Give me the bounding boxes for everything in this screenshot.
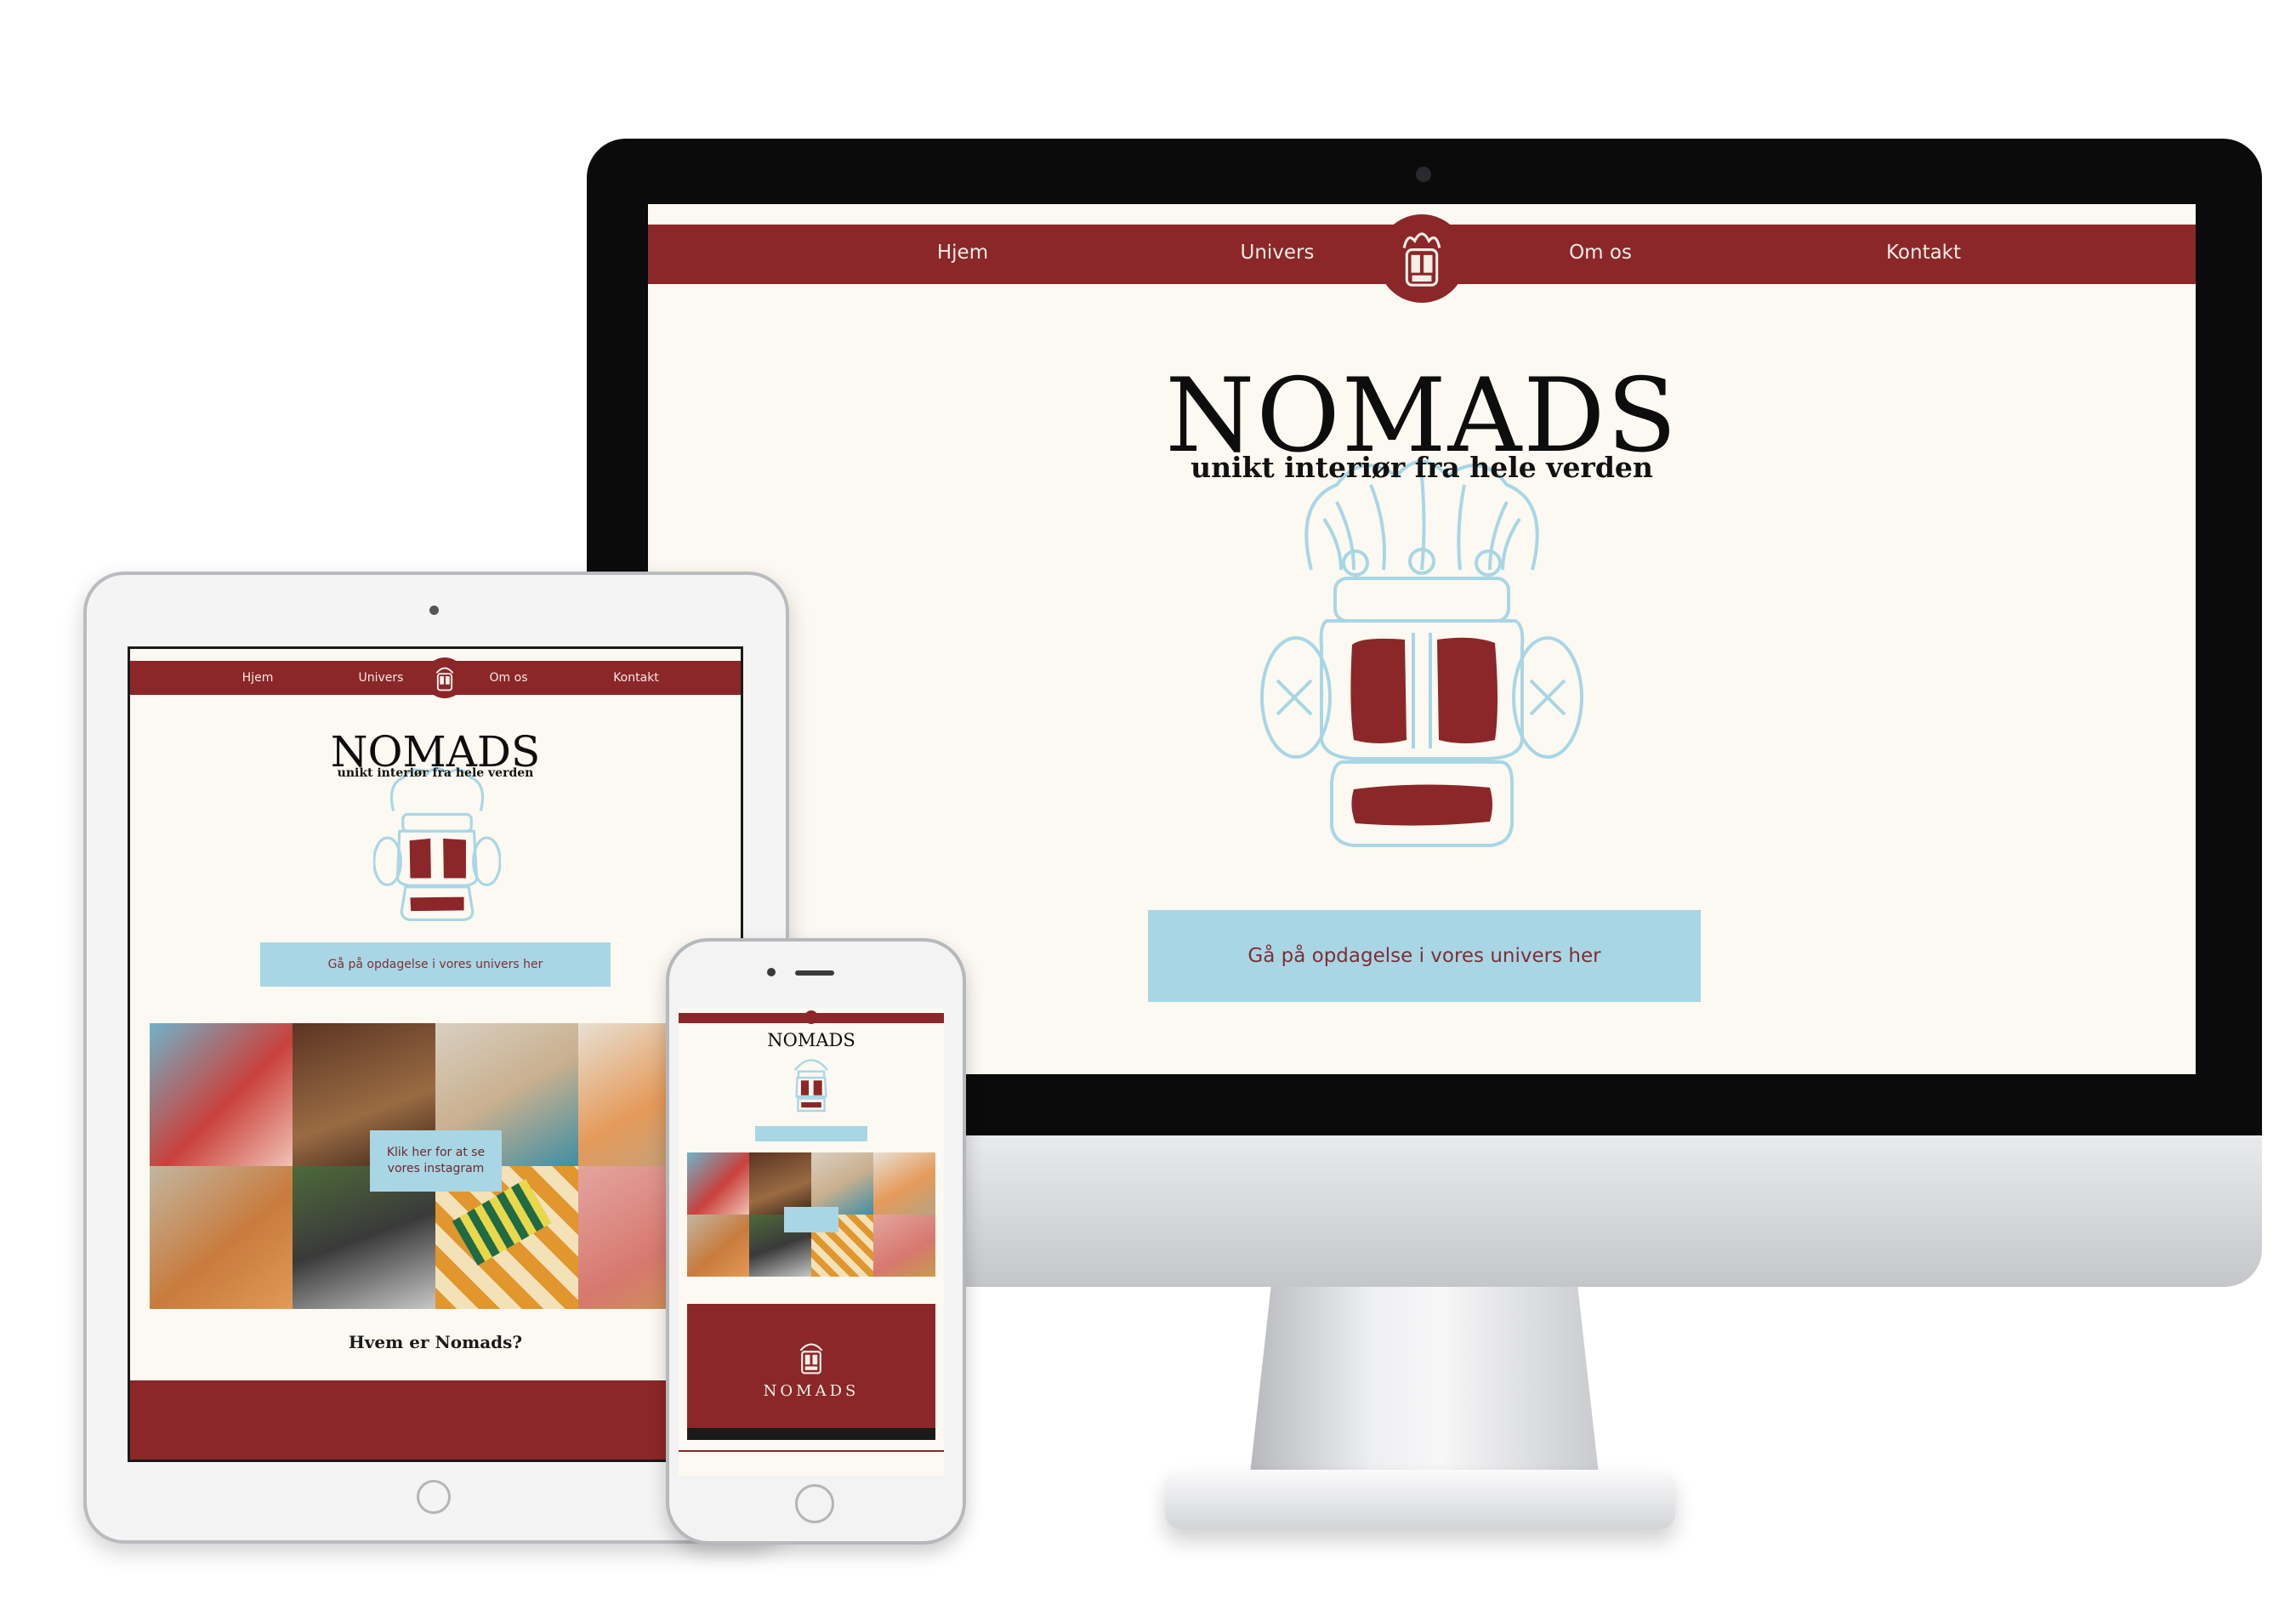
video-controls[interactable] [687,1428,935,1440]
imac-stand-foot [1165,1470,1675,1529]
home-button[interactable] [795,1484,834,1523]
explore-universe-button[interactable] [755,1126,867,1141]
tablet-page: Hjem Univers Om os Kontakt NOMADS unikt … [128,646,743,1462]
explore-universe-button[interactable]: Gå på opdagelse i vores univers her [1148,910,1701,1002]
footer-band [130,1380,741,1460]
nav-link-home[interactable]: Hjem [242,671,274,685]
logo-button[interactable] [804,1010,818,1024]
gallery-photo [687,1215,749,1277]
nav-link-universe[interactable]: Univers [1240,242,1314,264]
imac-stand-neck [1250,1287,1599,1474]
logo-button[interactable] [1378,214,1466,303]
gallery-photo [811,1152,873,1215]
nav-link-home[interactable]: Hjem [937,242,988,264]
gallery-photo [749,1152,811,1215]
home-button[interactable] [417,1480,451,1514]
nav-link-contact[interactable]: Kontakt [613,671,659,685]
video-brand: NOMADS [763,1382,860,1400]
speaker-grille [795,970,834,976]
nav-link-about[interactable]: Om os [1569,242,1632,264]
camera-icon [429,606,439,615]
camera-icon [1416,167,1431,182]
explore-universe-button[interactable]: Gå på opdagelse i vores univers her [260,942,611,987]
gallery-photo [873,1152,935,1215]
tiki-mask-illustration [373,766,501,921]
mobile-page: NOMADS NOMADS [679,1008,944,1476]
camera-icon [767,968,776,976]
nav-link-contact[interactable]: Kontakt [1886,242,1961,264]
brand-tagline: unikt interiør fra hele verden [1191,451,1653,484]
tiki-mask-icon [799,1343,823,1374]
gallery-photo [687,1152,749,1215]
tiki-mask-illustration [793,1059,829,1112]
instagram-button[interactable]: Klik her for at se vores instagram [370,1130,502,1192]
gallery-photo [150,1166,293,1309]
nav-link-about[interactable]: Om os [490,671,528,685]
gallery-photo [150,1023,293,1166]
tiki-mask-icon [1402,232,1441,287]
gallery-photo [873,1215,935,1277]
section-heading: Hvem er Nomads? [348,1332,523,1352]
nav-link-universe[interactable]: Univers [359,671,404,685]
instagram-button[interactable] [784,1207,838,1232]
footer-band [679,1450,944,1476]
brand-title: NOMADS [767,1030,855,1050]
checkered-tray [452,1179,552,1266]
video-player[interactable]: NOMADS [687,1304,935,1440]
brand-tagline: unikt interiør fra hele verden [337,766,534,780]
tiki-mask-icon [435,667,454,691]
tiki-mask-illustration [1260,459,1583,847]
logo-button[interactable] [424,657,465,698]
